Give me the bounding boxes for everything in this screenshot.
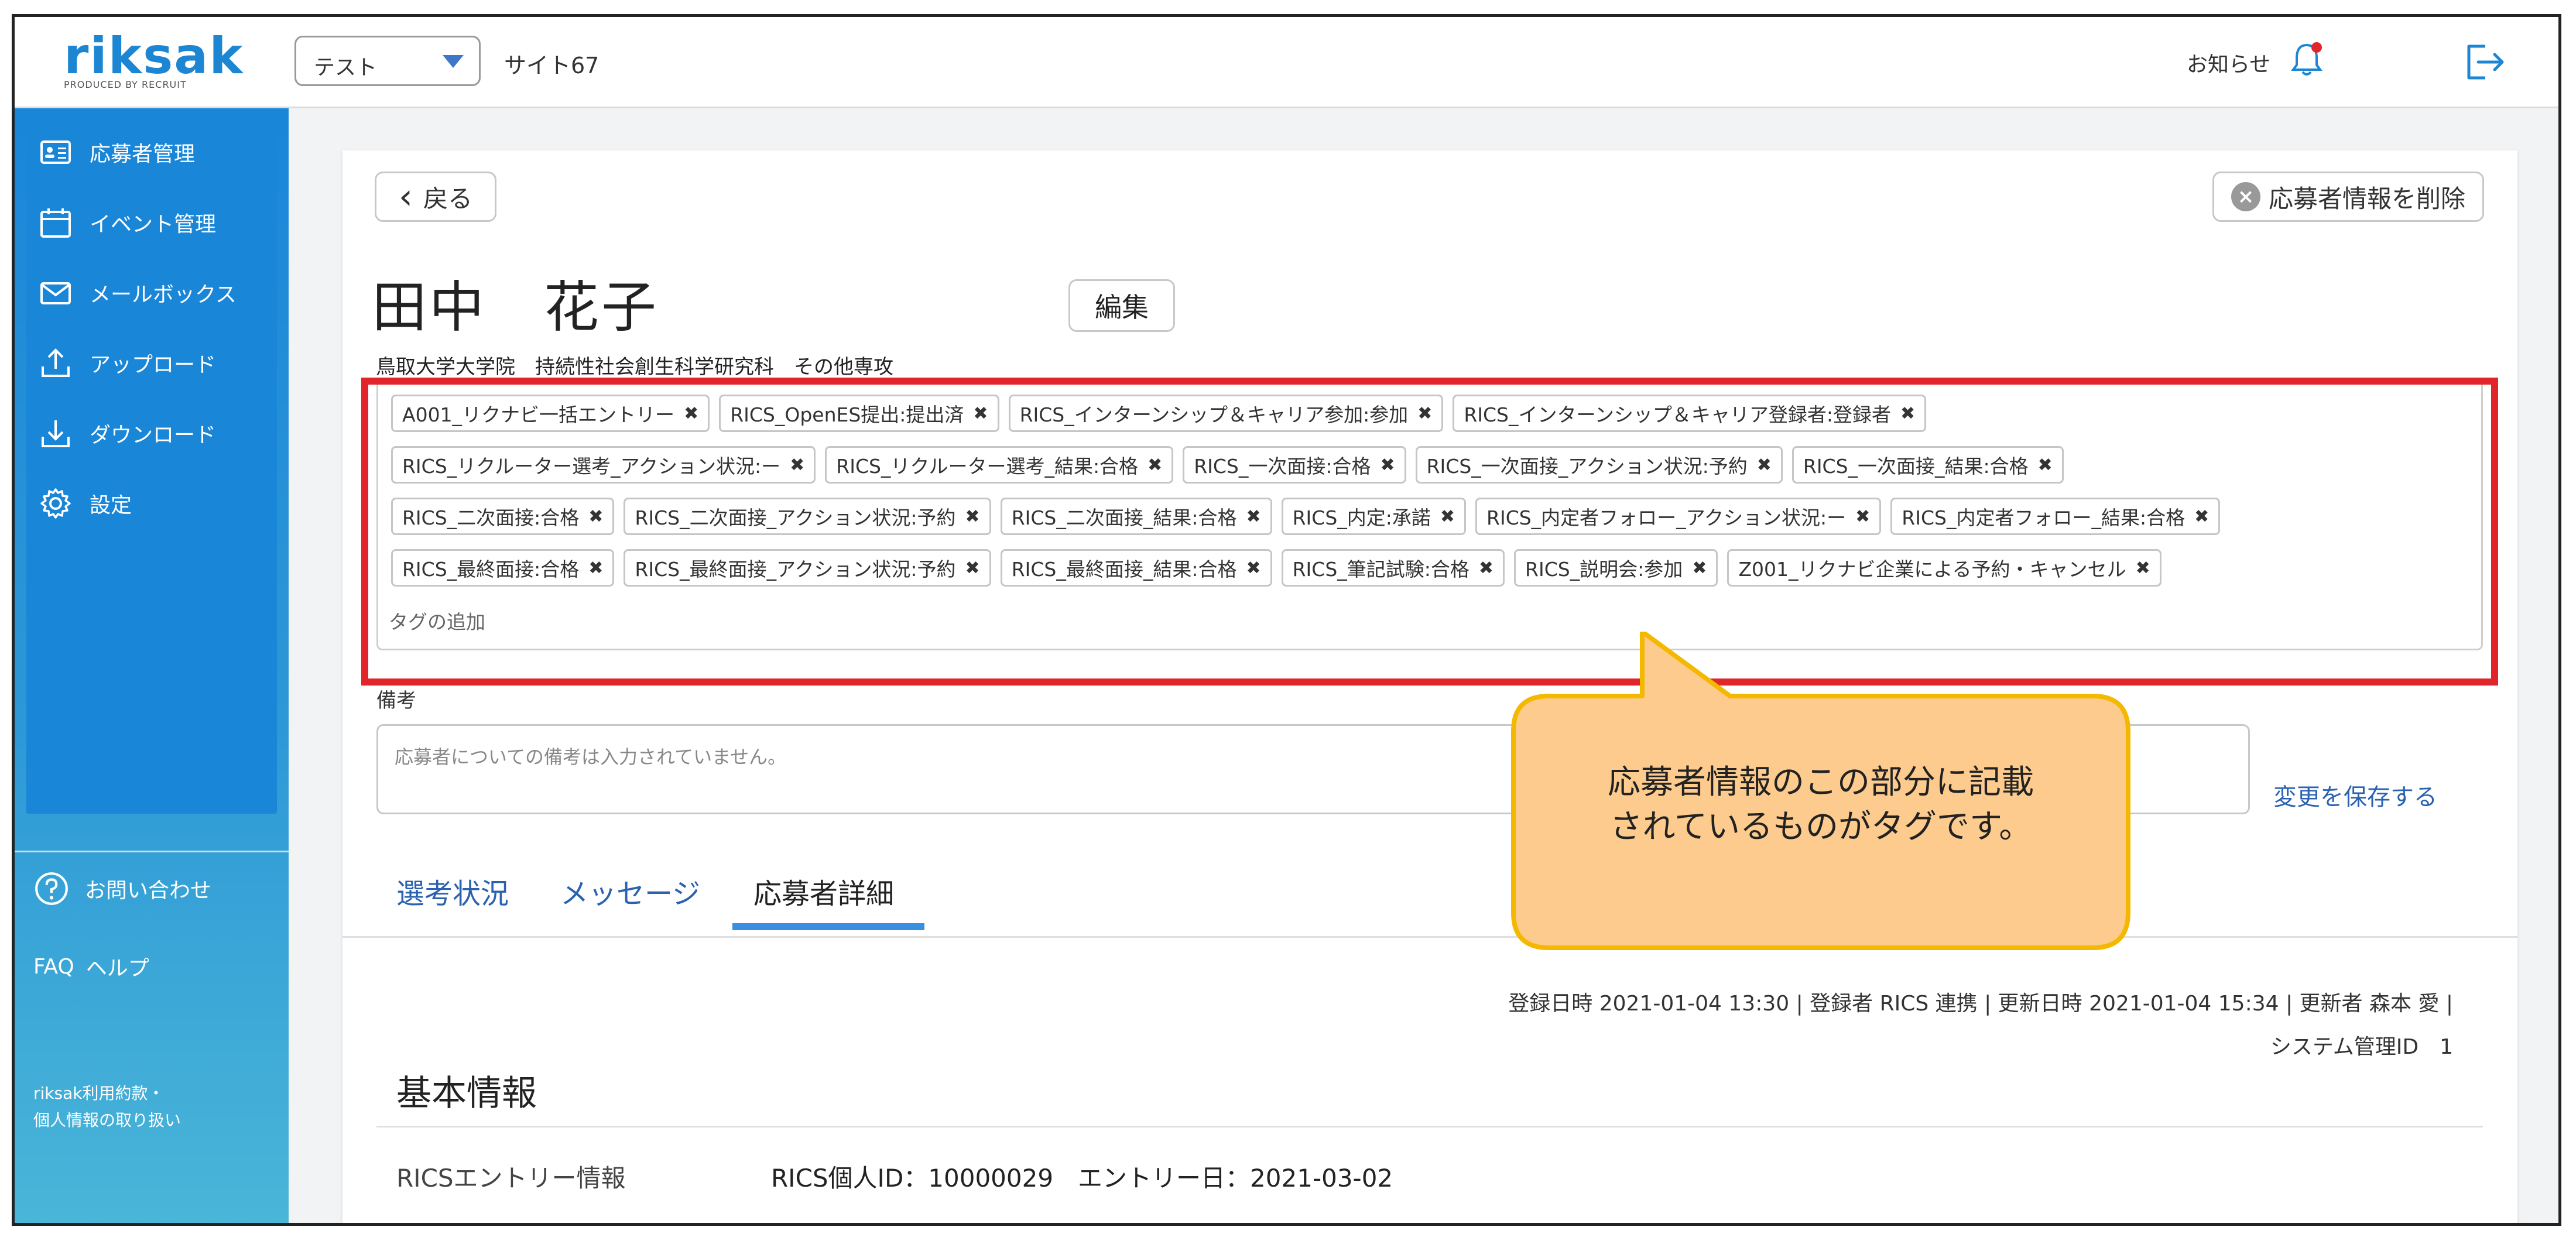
applicant-name: 田中 花子	[372, 276, 659, 340]
environment-select[interactable]: テスト	[294, 36, 481, 86]
logo-wordmark: riksak	[64, 27, 244, 85]
active-tab-indicator	[732, 923, 924, 930]
environment-select-value: テスト	[314, 56, 378, 80]
sidebar-item-label: 設定	[90, 494, 132, 518]
terms-link[interactable]: riksak利用約款・ 個人情報の取り扱い	[33, 1080, 181, 1134]
notes-label: 備考	[376, 689, 416, 712]
app-frame: riksak PRODUCED BY RECRUIT テスト サイト67 お知ら…	[12, 14, 2561, 1226]
riksak-logo[interactable]: riksak PRODUCED BY RECRUIT	[64, 27, 244, 95]
close-circle-icon: ×	[2231, 182, 2260, 211]
sidebar-divider	[15, 851, 289, 852]
sidebar-item-label: 応募者管理	[90, 142, 196, 166]
contact-link[interactable]: お問い合わせ	[33, 871, 211, 907]
system-id: システム管理ID 1	[2270, 1035, 2453, 1059]
callout-line-1: 応募者情報のこの部分に記載	[1608, 763, 2034, 801]
save-changes-link[interactable]: 変更を保存する	[2273, 778, 2437, 812]
contact-label: お問い合わせ	[85, 879, 212, 903]
top-header: riksak PRODUCED BY RECRUIT テスト サイト67 お知ら…	[15, 17, 2558, 108]
calendar-icon	[40, 208, 71, 238]
terms-line-2: 個人情報の取り扱い	[33, 1111, 181, 1130]
section-divider	[376, 1126, 2483, 1128]
sidebar-item-applicants[interactable]: 応募者管理	[38, 132, 195, 173]
tab-selection-status[interactable]: 選考状況	[396, 871, 509, 911]
sidebar: 応募者管理 イベント管理 メールボックス アップロード ダウンロード 設定 お問…	[15, 108, 289, 1223]
download-icon	[42, 420, 70, 447]
notes-placeholder: 応募者についての備考は入力されていません。	[395, 746, 787, 768]
sidebar-item-label: イベント管理	[90, 213, 217, 237]
sidebar-item-label: ダウンロード	[90, 423, 217, 447]
back-button[interactable]: ‹ 戻る	[375, 172, 496, 222]
back-label: 戻る	[423, 184, 472, 213]
faq-label: ヘルプ	[85, 957, 149, 981]
gear-icon	[40, 488, 71, 519]
applicant-card-icon	[40, 140, 71, 164]
sidebar-item-upload[interactable]: アップロード	[38, 342, 216, 383]
sidebar-item-download[interactable]: ダウンロード	[38, 413, 216, 454]
mail-icon	[40, 282, 71, 304]
chevron-down-icon	[443, 55, 464, 68]
upload-icon	[42, 348, 70, 377]
question-circle-icon	[35, 872, 68, 905]
faq-prefix: FAQ	[33, 954, 74, 979]
news-link[interactable]: お知らせ	[2187, 47, 2270, 78]
sidebar-item-label: メールボックス	[90, 283, 237, 307]
detail-tabs: 選考状況 メッセージ 応募者詳細	[342, 848, 2517, 938]
applicant-affiliation: 鳥取大学大学院 持続性社会創生科学研究科 その他専攻	[376, 355, 893, 379]
tag-area-highlight	[361, 378, 2498, 686]
entry-info-label: RICSエントリー情報	[396, 1164, 626, 1192]
row-divider	[376, 1223, 2483, 1225]
callout-line-2: されているものがタグです。	[1609, 808, 2032, 846]
section-title: 基本情報	[396, 1073, 537, 1114]
site-name: サイト67	[504, 53, 600, 78]
bell-icon[interactable]	[2286, 39, 2327, 80]
entry-info-value: RICS個人ID：10000029 エントリー日：2021-03-02	[771, 1164, 1393, 1192]
chevron-left-icon: ‹	[398, 176, 413, 217]
record-meta: 登録日時 2021-01-04 13:30 | 登録者 RICS 連携 | 更新…	[1508, 992, 2453, 1016]
applicant-card	[342, 150, 2517, 1223]
sidebar-item-events[interactable]: イベント管理	[38, 202, 216, 243]
sidebar-item-label: アップロード	[90, 353, 217, 377]
callout-text: 応募者情報のこの部分に記載 されているものがタグです。	[1513, 760, 2128, 849]
sidebar-item-settings[interactable]: 設定	[38, 483, 132, 524]
delete-label: 応募者情報を削除	[2268, 184, 2465, 213]
edit-button[interactable]: 編集	[1068, 279, 1175, 332]
delete-applicant-button[interactable]: × 応募者情報を削除	[2212, 172, 2484, 222]
logout-icon[interactable]	[2462, 42, 2509, 83]
tab-applicant-details[interactable]: 応募者詳細	[753, 871, 894, 911]
tab-messages[interactable]: メッセージ	[560, 871, 700, 911]
sidebar-item-mailbox[interactable]: メールボックス	[38, 272, 237, 313]
terms-line-1: riksak利用約款・	[33, 1084, 165, 1103]
faq-help-link[interactable]: FAQ ヘルプ	[33, 951, 149, 982]
